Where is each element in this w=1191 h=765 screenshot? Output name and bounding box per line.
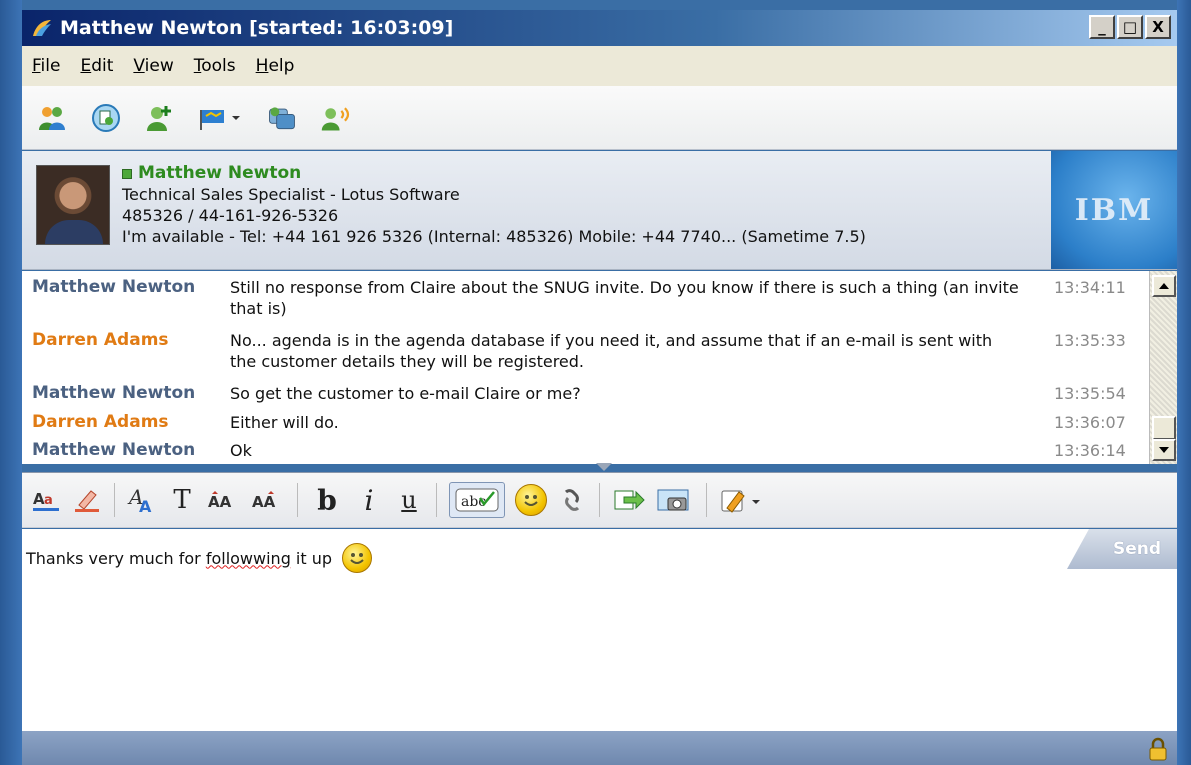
avatar bbox=[36, 165, 110, 245]
add-contact-icon[interactable] bbox=[144, 102, 176, 134]
title-bar[interactable]: Matthew Newton [started: 16:03:09] _ □ X bbox=[22, 10, 1177, 46]
svg-text:AA: AA bbox=[208, 493, 232, 511]
menu-file[interactable]: File bbox=[32, 56, 60, 76]
message-text: No... agenda is in the agenda database i… bbox=[230, 331, 993, 371]
scroll-up-button[interactable] bbox=[1152, 275, 1176, 297]
message-row: Matthew Newton Still no response from Cl… bbox=[22, 277, 1142, 321]
font-icon[interactable]: AA bbox=[127, 482, 157, 518]
scroll-down-button[interactable] bbox=[1152, 439, 1176, 461]
chat-transcript[interactable]: Matthew Newton Still no response from Cl… bbox=[22, 271, 1177, 464]
chat-window: Matthew Newton [started: 16:03:09] _ □ X… bbox=[0, 0, 1191, 765]
input-text-before: Thanks very much for bbox=[26, 548, 206, 568]
lock-icon bbox=[1149, 737, 1167, 761]
menu-tools[interactable]: Tools bbox=[194, 56, 236, 76]
message-sender: Darren Adams bbox=[32, 330, 169, 350]
highlight-icon[interactable] bbox=[72, 482, 102, 518]
contact-card: Matthew Newton Technical Sales Specialis… bbox=[22, 151, 1177, 270]
arrow-down-icon bbox=[1159, 447, 1169, 453]
message-row: Matthew Newton Ok 13:36:14 bbox=[22, 440, 1142, 462]
link-icon[interactable] bbox=[557, 482, 587, 518]
flag-icon[interactable] bbox=[198, 102, 244, 134]
input-text-after: it up bbox=[290, 548, 333, 568]
ibm-logo-panel: IBM bbox=[1051, 151, 1177, 269]
format-toolbar: Aa AA T AA AA b i u abc bbox=[22, 472, 1177, 528]
italic-button[interactable]: i bbox=[354, 482, 384, 518]
spellcheck-icon: abc bbox=[455, 488, 499, 512]
message-sender: Matthew Newton bbox=[32, 383, 196, 403]
maximize-button[interactable]: □ bbox=[1117, 15, 1143, 39]
ibm-logo: IBM bbox=[1074, 192, 1154, 228]
font-color-icon[interactable]: Aa bbox=[32, 482, 62, 518]
people-icon[interactable] bbox=[36, 102, 68, 134]
input-content: Thanks very much for followwing it up bbox=[26, 543, 373, 573]
meeting-icon[interactable] bbox=[90, 102, 122, 134]
increase-font-icon[interactable]: AA bbox=[251, 482, 285, 518]
menu-view[interactable]: View bbox=[133, 56, 173, 76]
contact-title: Technical Sales Specialist - Lotus Softw… bbox=[122, 185, 460, 204]
status-available-icon bbox=[122, 168, 132, 179]
window-title: Matthew Newton [started: 16:03:09] bbox=[60, 17, 454, 39]
toolbar-separator bbox=[599, 483, 600, 517]
menu-help[interactable]: Help bbox=[256, 56, 295, 76]
misspelled-word: followwing bbox=[205, 548, 291, 568]
pane-splitter-handle[interactable] bbox=[596, 463, 612, 471]
smiley-emoticon-icon bbox=[342, 543, 373, 573]
svg-text:AA: AA bbox=[252, 493, 276, 511]
svg-text:a: a bbox=[44, 493, 53, 508]
sametime-logo-icon bbox=[33, 20, 51, 36]
message-sender: Matthew Newton bbox=[32, 440, 196, 460]
message-time: 13:36:07 bbox=[1054, 413, 1126, 432]
message-input[interactable]: Thanks very much for followwing it up Se… bbox=[22, 529, 1177, 731]
message-sender: Darren Adams bbox=[32, 412, 169, 432]
minimize-button[interactable]: _ bbox=[1089, 15, 1115, 39]
message-text: Either will do. bbox=[230, 413, 339, 432]
menu-bar: File Edit View Tools Help bbox=[22, 46, 1177, 86]
maximize-icon: □ bbox=[1122, 18, 1138, 36]
toolbar-separator bbox=[114, 483, 115, 517]
share-icon[interactable] bbox=[266, 102, 298, 134]
edit-tools-icon[interactable] bbox=[719, 482, 763, 518]
contact-name: Matthew Newton bbox=[138, 163, 302, 183]
font-style-icon[interactable]: T bbox=[167, 482, 197, 518]
message-row: Darren Adams Either will do. 13:36:07 bbox=[22, 412, 1142, 434]
toolbar-separator bbox=[706, 483, 707, 517]
toolbar-separator bbox=[297, 483, 298, 517]
screen-capture-icon[interactable] bbox=[656, 482, 694, 518]
toolbar-separator bbox=[436, 483, 437, 517]
menu-edit[interactable]: Edit bbox=[80, 56, 113, 76]
window-frame-left bbox=[0, 0, 22, 765]
underline-button[interactable]: u bbox=[394, 482, 424, 518]
svg-text:A: A bbox=[139, 497, 152, 514]
message-row: Matthew Newton So get the customer to e-… bbox=[22, 383, 1142, 405]
decrease-font-icon[interactable]: AA bbox=[207, 482, 241, 518]
message-time: 13:35:33 bbox=[1054, 331, 1126, 350]
scroll-thumb[interactable] bbox=[1152, 416, 1176, 440]
close-icon: X bbox=[1152, 18, 1164, 36]
window-frame-right bbox=[1177, 0, 1191, 765]
message-text: Still no response from Claire about the … bbox=[230, 278, 1019, 318]
message-sender: Matthew Newton bbox=[32, 277, 196, 297]
message-text: So get the customer to e-mail Claire or … bbox=[230, 384, 581, 403]
minimize-icon: _ bbox=[1098, 18, 1106, 36]
emoticon-icon[interactable] bbox=[515, 482, 547, 518]
contact-name-row: Matthew Newton bbox=[122, 163, 866, 184]
status-bar bbox=[22, 731, 1177, 765]
message-text: Ok bbox=[230, 441, 252, 460]
contact-phone: 485326 / 44-161-926-5326 bbox=[122, 206, 339, 225]
transcript-scrollbar[interactable] bbox=[1149, 271, 1177, 464]
contact-status: I'm available - Tel: +44 161 926 5326 (I… bbox=[122, 227, 866, 246]
message-time: 13:35:54 bbox=[1054, 384, 1126, 403]
send-button[interactable]: Send bbox=[1067, 529, 1177, 569]
close-button[interactable]: X bbox=[1145, 15, 1171, 39]
send-file-icon[interactable] bbox=[612, 482, 646, 518]
arrow-up-icon bbox=[1159, 283, 1169, 289]
message-time: 13:36:14 bbox=[1054, 441, 1126, 460]
message-time: 13:34:11 bbox=[1054, 278, 1126, 297]
message-row: Darren Adams No... agenda is in the agen… bbox=[22, 330, 1142, 374]
spellcheck-button[interactable]: abc bbox=[449, 482, 505, 518]
main-toolbar bbox=[22, 86, 1177, 150]
bold-button[interactable]: b bbox=[310, 482, 344, 518]
call-icon[interactable] bbox=[320, 102, 352, 134]
